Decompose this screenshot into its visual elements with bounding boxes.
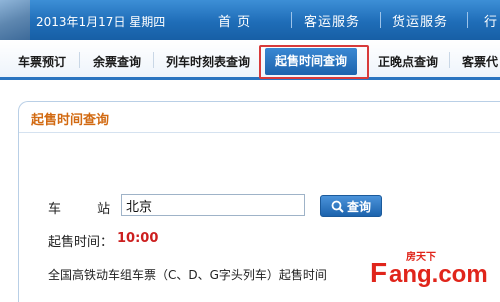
header-date: 2013年1月17日 星期四	[36, 15, 166, 29]
nav-passenger-service[interactable]: 客运服务	[304, 11, 360, 30]
search-button[interactable]: 查询	[320, 195, 382, 217]
svg-text:F: F	[370, 257, 387, 288]
nav-divider	[291, 12, 292, 28]
svg-text:ang.com: ang.com	[389, 261, 488, 288]
tab-divider	[449, 52, 450, 68]
sale-time-value: 10:00	[117, 231, 159, 246]
tab-ticket-agent[interactable]: 客票代	[462, 53, 498, 70]
nav-freight-service[interactable]: 货运服务	[392, 11, 448, 30]
query-tabs: 车票预订 余票查询 列车时刻表查询 起售时间查询 正晚点查询 客票代	[0, 40, 500, 80]
station-input[interactable]	[121, 194, 305, 216]
tab-ticket-booking[interactable]: 车票预订	[18, 53, 66, 70]
panel-title: 起售时间查询	[31, 113, 110, 128]
tab-divider	[79, 52, 80, 68]
tab-divider	[153, 52, 154, 68]
notice-text: 全国高铁动车组车票（C、D、G字头列车）起售时间	[48, 268, 327, 282]
tab-sale-time-query[interactable]: 起售时间查询	[265, 48, 358, 75]
tab-timetable-query[interactable]: 列车时刻表查询	[166, 53, 250, 70]
fang-logo: F ang.com 房天下	[370, 250, 488, 288]
magnifier-icon	[331, 200, 344, 213]
top-header: 2013年1月17日 星期四 首 页 客运服务 货运服务 行	[0, 0, 500, 40]
station-label-text: 车 站	[48, 202, 127, 217]
panel-divider	[19, 132, 500, 133]
svg-text:房天下: 房天下	[406, 250, 436, 263]
nav-divider	[380, 12, 381, 28]
tab-punctuality-query[interactable]: 正晚点查询	[378, 53, 438, 70]
nav-home[interactable]: 首 页	[218, 11, 251, 30]
nav-divider	[467, 12, 468, 28]
tab-remaining-tickets[interactable]: 余票查询	[93, 53, 141, 70]
search-button-label: 查询	[346, 199, 371, 214]
header-banner-image	[0, 0, 30, 40]
sale-time-label: 起售时间：	[48, 235, 114, 250]
nav-more[interactable]: 行	[484, 11, 498, 30]
